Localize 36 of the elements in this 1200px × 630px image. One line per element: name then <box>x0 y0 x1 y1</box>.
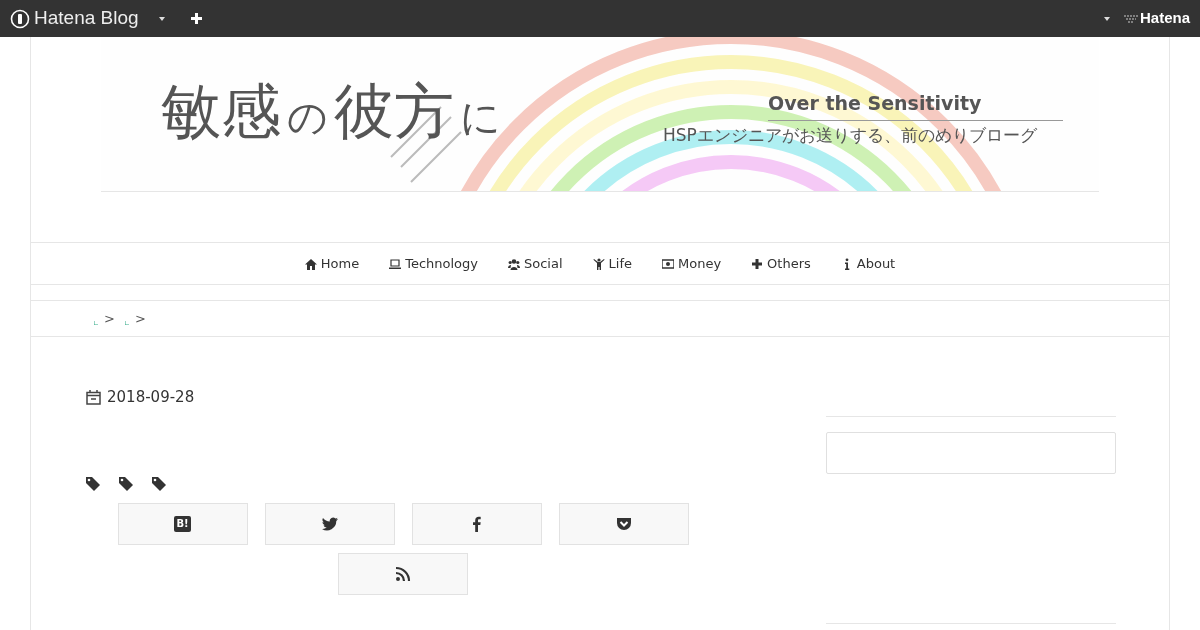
hatena-brand[interactable]: Hatena <box>1139 7 1190 30</box>
nav-link[interactable]: Money <box>662 253 722 274</box>
banknote-icon <box>662 257 674 270</box>
breadcrumb-separator: > <box>104 309 115 328</box>
plus-icon[interactable] <box>190 13 202 24</box>
blog-title[interactable]: 敏感の 彼方 に <box>161 75 501 147</box>
nav-link[interactable]: About <box>840 253 896 274</box>
nav-link[interactable]: Technology <box>389 253 478 274</box>
nav-link[interactable]: Home <box>304 253 360 274</box>
dropdown-caret-icon[interactable] <box>158 16 165 21</box>
tag-icon[interactable] <box>119 477 133 491</box>
home-icon <box>304 257 317 270</box>
twitter-share-button[interactable] <box>264 503 395 545</box>
blog-tagline: HSPエンジニアがお送りする、前のめりブローグ <box>663 124 1037 147</box>
users-icon <box>508 257 520 270</box>
nav-link[interactable]: Others <box>751 253 811 274</box>
breadcrumb-separator: > <box>134 309 146 328</box>
hatena-logo-icon[interactable] <box>1123 13 1138 24</box>
tag-icon[interactable] <box>152 477 166 491</box>
pocket-share-button[interactable] <box>558 503 689 545</box>
tag-icon[interactable] <box>86 477 100 491</box>
pen-logo-icon[interactable] <box>10 8 30 29</box>
pocket-icon <box>615 516 632 532</box>
nav-link[interactable]: Life <box>592 253 632 274</box>
twitter-bird-icon <box>321 516 338 532</box>
nav-link[interactable]: Social <box>508 253 563 274</box>
hatena-bookmark-button[interactable]: B! <box>117 503 248 545</box>
plus-icon <box>751 257 764 270</box>
brand-name[interactable]: Hatena Blog <box>34 4 139 33</box>
rss-icon <box>395 566 411 582</box>
post-date: 2018-09-28 <box>107 386 195 408</box>
calendar-icon <box>86 389 101 405</box>
dropdown-caret-icon[interactable] <box>1103 16 1110 21</box>
person-icon <box>592 257 605 270</box>
laptop-icon <box>389 257 402 270</box>
blog-subtitle: Over the Sensitivity <box>768 89 1063 121</box>
